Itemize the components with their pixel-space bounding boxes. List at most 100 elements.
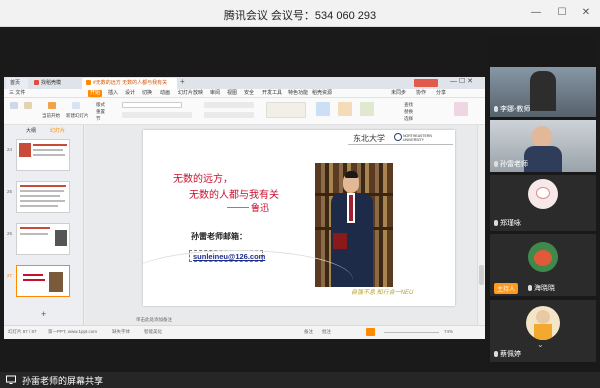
- participant-video-tile[interactable]: 李娜-教师: [490, 67, 596, 117]
- tab-template[interactable]: 找稻壳模板: [30, 78, 68, 97]
- arrange-icon[interactable]: [338, 102, 352, 116]
- held-book: [333, 233, 347, 249]
- paste-icon[interactable]: [24, 102, 32, 109]
- align-row[interactable]: [204, 112, 254, 118]
- menu-share[interactable]: 分享: [434, 90, 448, 97]
- wps-tab-bar: 首页 找稻壳模板 #无数的远方 无数的人都与我有关#... + — ☐ ✕: [4, 77, 485, 97]
- header-divider: [348, 144, 453, 145]
- slide-thumbnail-panel: 大纲 幻灯片 24 25 26 27 +: [4, 125, 84, 325]
- styles-icon[interactable]: [360, 102, 374, 116]
- menu-review[interactable]: 审阅: [208, 90, 222, 97]
- feature-icon[interactable]: [454, 102, 468, 116]
- thumb-image: [19, 143, 31, 157]
- chevron-down-icon[interactable]: ⌄: [537, 340, 544, 349]
- current-slide[interactable]: 东北大学 NORTHEASTERN UNIVERSITY 无数的远方， 无数的人…: [143, 130, 455, 306]
- participant-video-tile[interactable]: 孙雷老师: [490, 120, 596, 172]
- shapes-gallery[interactable]: [266, 102, 306, 118]
- font-format-row[interactable]: [122, 112, 192, 118]
- screen-share-icon: [6, 375, 16, 384]
- zoom-slider[interactable]: [384, 332, 439, 333]
- participant-name-text: 海晓晓: [534, 285, 555, 292]
- ribbon-section[interactable]: 节: [96, 116, 101, 122]
- ribbon-play-current[interactable]: 当前开始: [42, 113, 60, 119]
- mic-icon: [494, 106, 498, 113]
- menu-unsynced[interactable]: 未同步: [389, 90, 408, 97]
- teacher-body: [524, 146, 562, 172]
- menu-slideshow[interactable]: 幻灯片放映: [176, 90, 205, 97]
- cut-icon[interactable]: [10, 102, 18, 109]
- new-tab-icon[interactable]: +: [180, 77, 185, 86]
- maximize-button[interactable]: ☐: [556, 7, 568, 19]
- paragraph-row[interactable]: [204, 102, 254, 108]
- menu-resources[interactable]: 稻壳资源: [310, 90, 334, 97]
- slide-thumbnail[interactable]: [16, 181, 70, 213]
- slideshow-play-icon[interactable]: [366, 328, 375, 336]
- thumb-line: [33, 144, 67, 146]
- wps-window-controls[interactable]: — ☐ ✕: [450, 77, 473, 85]
- play-icon[interactable]: [48, 102, 56, 109]
- shared-screen[interactable]: 首页 找稻壳模板 #无数的远方 无数的人都与我有关#... + — ☐ ✕ 三 …: [4, 77, 485, 339]
- flower-image: [534, 250, 552, 266]
- vertical-scrollbar[interactable]: [477, 125, 485, 325]
- participant-name: 孙雷老师: [494, 159, 528, 169]
- menu-file[interactable]: 三 文件: [7, 90, 27, 97]
- email-label: 孙雷老师邮箱：: [191, 232, 247, 241]
- menu-security[interactable]: 安全: [242, 90, 256, 97]
- ribbon-reset[interactable]: 重置: [96, 109, 105, 115]
- menu-animation[interactable]: 动画: [158, 90, 172, 97]
- wps-ribbon: 当前开始 新建幻灯片 版式 重置 节 查找 替换 选择: [4, 98, 485, 125]
- close-button[interactable]: ✕: [580, 7, 592, 19]
- font-select[interactable]: [122, 102, 182, 108]
- notes-toggle[interactable]: 备注: [304, 329, 313, 335]
- smart-beautify[interactable]: 智能美化: [144, 329, 162, 335]
- textbox-icon[interactable]: [316, 102, 330, 116]
- participant-avatar-tile[interactable]: 郑瑾咏: [490, 175, 596, 231]
- participant-avatar-tile[interactable]: 蔡佩婷: [490, 300, 596, 362]
- menu-home[interactable]: 开始: [88, 90, 103, 97]
- menu-features[interactable]: 特色功能: [286, 90, 310, 97]
- participant-name: 海晓晓: [528, 283, 555, 293]
- menu-devtools[interactable]: 开发工具: [260, 90, 284, 97]
- missing-font[interactable]: 缺失字体: [112, 329, 130, 335]
- tab-outline[interactable]: 大纲: [26, 127, 36, 134]
- tab-home[interactable]: 首页: [6, 78, 28, 89]
- mic-icon: [494, 220, 498, 227]
- minimize-button[interactable]: —: [530, 7, 542, 19]
- slide-thumbnail-selected[interactable]: [16, 265, 70, 297]
- tab-slides[interactable]: 幻灯片: [50, 127, 65, 134]
- tab-document[interactable]: #无数的远方 无数的人都与我有关#...: [82, 78, 177, 97]
- participant-name-text: 李娜-教师: [500, 106, 531, 113]
- slide-thumbnail[interactable]: [16, 223, 70, 255]
- slide-thumbnail[interactable]: [16, 139, 70, 171]
- teacher-face: [532, 126, 552, 148]
- menu-view[interactable]: 视图: [225, 90, 239, 97]
- thumb-line: [20, 205, 58, 207]
- mic-icon: [494, 351, 498, 358]
- add-slide-icon[interactable]: +: [41, 309, 46, 319]
- thumb-line: [20, 233, 48, 235]
- scroll-thumb[interactable]: [479, 265, 484, 285]
- zoom-level[interactable]: 74%: [444, 329, 453, 334]
- quote-line-2: 无数的人都与我有关: [189, 190, 279, 201]
- menu-design[interactable]: 设计: [123, 90, 137, 97]
- add-notes[interactable]: 单击此处添加备注: [136, 317, 172, 323]
- ribbon-find[interactable]: 查找: [404, 102, 413, 108]
- thumb-line: [33, 149, 63, 151]
- slide-canvas[interactable]: 东北大学 NORTHEASTERN UNIVERSITY 无数的远方， 无数的人…: [85, 125, 477, 325]
- ribbon-replace[interactable]: 替换: [404, 109, 413, 115]
- ribbon-layout[interactable]: 版式: [96, 102, 105, 108]
- new-slide-icon[interactable]: [72, 102, 80, 109]
- author-dash: [227, 207, 249, 208]
- wps-status-bar: 幻灯片 87 / 87 第一PPT, www.1ppt.com 缺失字体 智能美…: [4, 317, 485, 339]
- menu-transition[interactable]: 切换: [140, 90, 154, 97]
- ribbon-select[interactable]: 选择: [404, 116, 413, 122]
- ppt-icon: [86, 80, 91, 86]
- login-badge[interactable]: [414, 79, 438, 87]
- participant-avatar-tile[interactable]: 主持人 海晓晓: [490, 234, 596, 296]
- ribbon-new-slide[interactable]: 新建幻灯片: [66, 113, 89, 119]
- slide-number: 26: [7, 231, 13, 236]
- thumb-line: [23, 274, 43, 276]
- menu-collab[interactable]: 协作: [414, 90, 428, 97]
- menu-insert[interactable]: 插入: [106, 90, 120, 97]
- comments-toggle[interactable]: 批注: [322, 329, 331, 335]
